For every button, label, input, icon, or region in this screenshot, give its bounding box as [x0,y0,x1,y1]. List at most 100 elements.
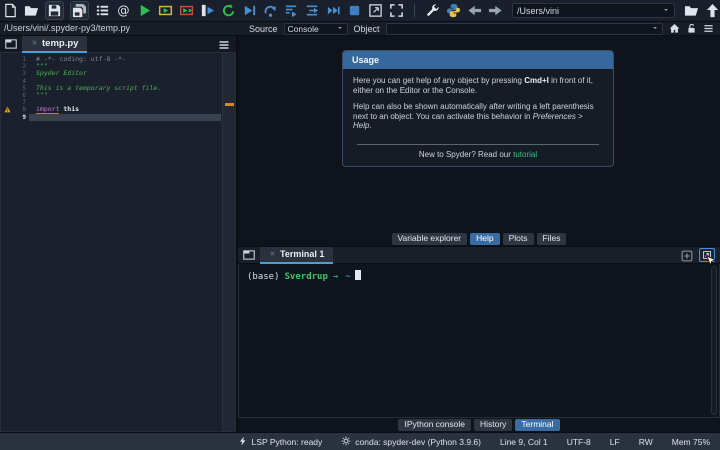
new-terminal-icon[interactable] [681,249,693,262]
chevron-down-icon [662,6,670,16]
source-label: Source [249,23,278,34]
debug-file-icon[interactable] [242,3,257,18]
tab-history[interactable]: History [473,419,513,431]
usage-text: Here you can get help of any object by p… [343,69,613,137]
terminal-cwd: ~ [345,272,351,282]
forward-icon[interactable] [488,3,503,18]
open-directory-icon[interactable] [684,3,699,18]
open-file-icon[interactable] [24,3,39,18]
run-selection-icon[interactable] [200,3,215,18]
debug-step-over-icon[interactable] [263,3,278,18]
line-number: 2 [22,63,26,71]
unlock-icon[interactable] [686,23,697,34]
right-panel-tabs: Variable explorer Help Plots Files [238,232,720,246]
terminal-scrollbar[interactable] [711,266,717,415]
code-line[interactable]: 5 This is a temporary script file. [1,83,221,92]
debug-stop-icon[interactable] [347,3,362,18]
working-directory-combo[interactable]: /Users/vini [512,3,675,18]
conda-gear-icon [341,436,351,448]
gutter-cell [1,56,14,63]
editor-tabbar: temp.py [0,35,236,53]
browse-tabs-icon[interactable] [5,38,17,50]
home-icon[interactable] [669,23,680,34]
code-text: # -*- coding: utf-8 -*- [36,55,127,63]
debug-step-into-icon[interactable] [284,3,299,18]
maximize-pane-button[interactable] [699,248,717,267]
encoding-status: UTF-8 [566,436,591,447]
cmd-i-shortcut: Cmd+I [524,76,549,85]
gutter-cell [1,63,14,70]
new-file-icon[interactable] [3,3,18,18]
up-directory-icon[interactable] [705,3,720,18]
tab-plots[interactable]: Plots [502,233,534,245]
editor-canvas[interactable]: 1 # -*- coding: utf-8 -*- 2 """ 3 Spyder Edit… [0,53,236,432]
find-symbols-icon[interactable]: @ [116,3,131,18]
right-column: Usage Here you can get help of any objec… [238,36,720,432]
line-number: 8 [22,106,26,114]
line-number: 5 [22,84,26,92]
code-line[interactable]: 9 [1,113,221,121]
run-icon[interactable] [137,3,152,18]
run-cell-advance-icon[interactable] [179,3,194,18]
editor-options-icon[interactable] [218,38,230,50]
editor-scroll-flag-column[interactable] [222,53,235,431]
line-number: 7 [22,99,26,107]
editor-code: 1 # -*- coding: utf-8 -*- 2 """ 3 Spyder Edit… [1,53,221,121]
python-path-icon[interactable] [446,3,461,18]
tab-variable-explorer[interactable]: Variable explorer [391,233,468,245]
preferences-icon[interactable] [425,3,440,18]
save-icon[interactable] [45,1,64,20]
debug-step-out-icon[interactable] [305,3,320,18]
tab-files[interactable]: Files [536,233,567,245]
editor-tab-temp-py[interactable]: temp.py [22,35,88,53]
conda-status[interactable]: conda: spyder-dev (Python 3.9.6) [341,436,481,448]
rerun-cell-icon[interactable] [221,3,236,18]
code-text: """ [36,90,48,99]
help-panel: Usage Here you can get help of any objec… [238,36,720,232]
svg-text:@: @ [117,4,129,18]
outline-explorer-icon[interactable] [95,3,110,18]
maximize-pane-icon[interactable] [368,3,383,18]
warning-flag-marker[interactable] [225,103,234,106]
close-icon[interactable] [31,38,38,49]
browse-tabs-icon[interactable] [243,249,255,261]
code-line[interactable]: 3 Spyder Editor [1,70,221,78]
main-toolbar: @ /Users/vini [0,0,720,22]
close-icon[interactable] [269,249,276,259]
fullscreen-icon[interactable] [389,3,404,18]
back-icon[interactable] [467,3,482,18]
warning-icon [1,106,14,113]
run-cell-icon[interactable] [158,3,173,18]
main-area: temp.py 1 # -*- coding: utf-8 -*- 2 """ 3 Spy… [0,35,720,432]
code-text: This is a temporary script file. [36,83,162,92]
spyder-window: @ /Users/vini /Users/vini/.spyder-py3/tem… [0,0,720,450]
terminal-host: Sverdrup [284,272,328,282]
gutter-cell [1,70,14,77]
chevron-down-icon [336,24,344,34]
tab-help[interactable]: Help [470,233,500,245]
tab-terminal[interactable]: Terminal [515,419,560,431]
line-number: 1 [22,56,26,63]
code-line[interactable]: 8 import this [1,105,221,115]
debug-continue-icon[interactable] [326,3,341,18]
terminal-cursor [354,270,361,280]
help-header: Source Console Object [239,22,720,35]
gutter-cell [1,99,14,106]
terminal-console[interactable]: (base) Sverdrup → ~ [238,264,720,418]
usage-title: Usage [343,51,613,69]
code-line[interactable]: 7 [1,99,221,106]
line-number: 3 [22,70,26,78]
tab-ipython-console[interactable]: IPython console [398,419,471,431]
code-line[interactable]: 2 """ [1,63,221,71]
toolbar-separator [414,4,415,17]
code-line[interactable]: 1 # -*- coding: utf-8 -*- [1,55,221,63]
save-all-icon[interactable] [70,1,89,20]
code-line[interactable]: 6 """ [1,90,221,99]
object-combo[interactable] [385,22,663,35]
usage-paragraph-2: Help can also be shown automatically aft… [353,102,594,130]
source-combo[interactable]: Console [283,22,348,35]
terminal-prompt-arrow: → [332,272,339,282]
terminal-tab[interactable]: Terminal 1 [260,246,334,264]
options-menu-icon[interactable] [703,23,714,34]
tutorial-link[interactable]: tutorial [513,150,537,159]
